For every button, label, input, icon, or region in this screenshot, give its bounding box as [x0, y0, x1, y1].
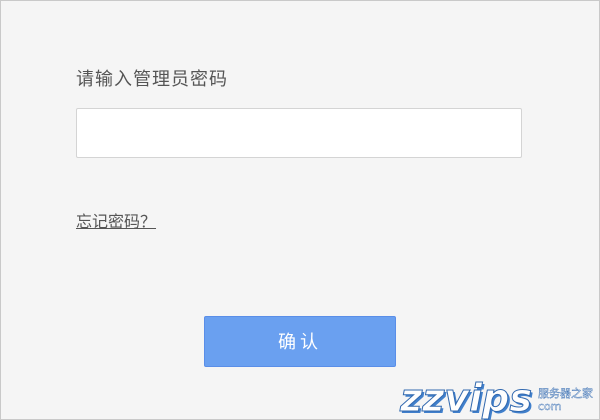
password-prompt-label: 请输入管理员密码	[76, 69, 228, 90]
watermark-sub-top: 服务器之家	[538, 387, 593, 400]
forgot-password-link[interactable]: 忘记密码？	[76, 208, 156, 232]
watermark: zzvips 服务器之家 com	[400, 376, 594, 420]
watermark-subtext: 服务器之家 com	[538, 387, 593, 417]
watermark-logo: zzvips	[400, 376, 533, 420]
watermark-sub-bottom: com	[538, 400, 562, 413]
login-dialog: 请输入管理员密码 忘记密码？ 确认 zzvips 服务器之家 com	[0, 0, 600, 420]
confirm-button[interactable]: 确认	[204, 316, 396, 367]
admin-password-input[interactable]	[76, 108, 522, 158]
